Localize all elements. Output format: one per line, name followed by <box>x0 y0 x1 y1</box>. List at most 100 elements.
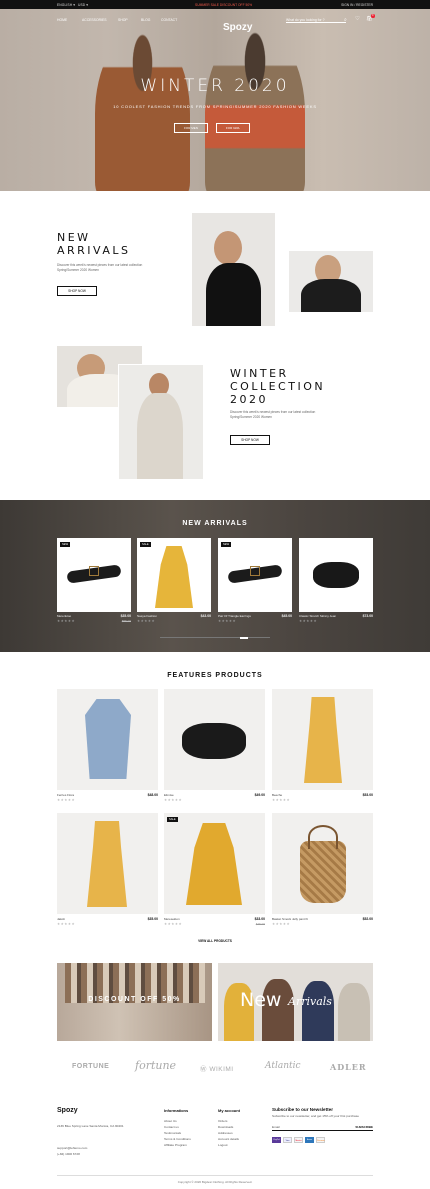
product-name[interactable]: Pair Of Triangle Earrings <box>218 614 251 618</box>
banner-new-word: New <box>240 989 282 1011</box>
product-name[interactable]: Classic Stretch Skinny Jean <box>299 614 336 618</box>
payment-icons: PayPal Visa Master Amex Discover <box>272 1136 373 1143</box>
product-price: $73.00 <box>362 614 373 618</box>
nav-shop[interactable]: SHOP <box>118 18 128 22</box>
product-price: $35.00 <box>120 614 131 618</box>
copyright: Copyright © 2020 Bigdesi Clothing. All R… <box>177 1180 253 1184</box>
new-arrivals-heading: NEW ARRIVALS <box>57 231 131 257</box>
product-rating: ★★★★★ <box>272 798 291 802</box>
product-price: $35.00 <box>147 917 158 921</box>
product-price: $33.00 <box>254 917 265 921</box>
discount-banner[interactable]: DISCOUNT OFF 50% <box>57 963 212 1041</box>
brand-logo-adler[interactable]: ADLER <box>330 1062 367 1072</box>
feature-product-card[interactable]: Basket Smock Jelly pant fit $52.00 ★★★★★ <box>272 813 373 931</box>
product-name[interactable]: Meresekton <box>164 917 180 921</box>
new-arrivals-photo-1 <box>192 213 275 326</box>
product-badge: SALE <box>167 817 178 822</box>
nav-blog[interactable]: BLOG <box>141 18 150 22</box>
product-rating: ★★★★★ <box>299 619 318 623</box>
product-badge: SALE <box>140 542 151 547</box>
product-rating: ★★★★★ <box>57 619 76 623</box>
brand-logo-atlantic[interactable]: Atlantic <box>265 1061 301 1071</box>
product-name[interactable]: Elimise <box>164 793 174 797</box>
language-currency[interactable]: ENGLISH ▾ USD ▾ <box>57 3 88 7</box>
discover-icon: Discover <box>316 1136 325 1143</box>
product-card[interactable]: NEW Pair Of Triangle Earrings $45.00 ★★★… <box>218 538 292 626</box>
product-price: $49.00 <box>254 793 265 797</box>
hero-model-left <box>95 29 190 191</box>
footer-account-title: My account <box>218 1108 241 1113</box>
footer-newsletter: Subscribe to our Newsletter Subscribe to… <box>272 1107 373 1143</box>
footer-logo[interactable]: Spozy <box>57 1107 78 1114</box>
footer-informations-title: Informations <box>164 1108 189 1113</box>
product-rating: ★★★★★ <box>57 798 76 802</box>
hero-title: WINTER 2020 <box>140 76 290 96</box>
nav-contact[interactable]: CONTACT <box>161 18 177 22</box>
brand-logo-fontine[interactable]: fortune <box>135 1059 176 1072</box>
footer-phone[interactable]: (+84) 1900 6728 <box>57 1151 80 1157</box>
feature-product-card[interactable]: Ferries Flora $48.00 ★★★★★ <box>57 689 158 807</box>
site-logo[interactable]: Spozy <box>223 22 252 33</box>
language-select[interactable]: ENGLISH <box>57 3 72 7</box>
feature-product-card[interactable]: Elimise $49.00 ★★★★★ <box>164 689 265 807</box>
footer-link[interactable]: Logout <box>218 1142 240 1148</box>
product-card[interactable]: Classic Stretch Skinny Jean $73.00 ★★★★★ <box>299 538 373 626</box>
subscribe-button[interactable]: SUBSCRIBE <box>355 1125 373 1129</box>
for-girl-button[interactable]: FOR GIRL <box>216 123 250 133</box>
cart-count-badge: 0 <box>371 14 375 18</box>
features-title: FEATURES PRODUCTS <box>167 672 263 679</box>
hero-subtitle: 10 COOLEST FASHION TRENDS FROM SPRING/SU… <box>113 104 317 109</box>
product-old-price: $45.00 <box>255 922 265 926</box>
feature-product-card[interactable]: Beeche $53.00 ★★★★★ <box>272 689 373 807</box>
newsletter-title: Subscribe to our Newsletter <box>272 1107 334 1112</box>
winter-text: Discover this week's newest pieces from … <box>230 410 316 419</box>
product-name[interactable]: Merenktoo <box>57 614 71 618</box>
product-price: $48.00 <box>147 793 158 797</box>
search-icon[interactable]: ⌕ <box>344 17 347 23</box>
brand-logo-wikimi[interactable]: Ⓦ WIKIMI <box>200 1063 234 1073</box>
banner-arrivals-word: Arrivals <box>288 995 332 1008</box>
account-link[interactable]: SIGN IN / REGISTER <box>341 3 373 7</box>
footer-link[interactable]: Affiliate Program <box>164 1142 191 1148</box>
heart-icon[interactable]: ♡ <box>355 16 360 22</box>
visa-icon: Visa <box>283 1136 292 1143</box>
brand-logo-fortune[interactable]: FORTUNE <box>72 1063 109 1070</box>
footer-my-account: My account Orders Downloads Addresses Ac… <box>218 1108 240 1148</box>
carousel-scrollbar[interactable] <box>160 636 270 639</box>
newsletter-email-input[interactable]: Email <box>272 1124 280 1130</box>
product-price: $43.00 <box>200 614 211 618</box>
newsletter-text: Subscribe to our newsletter, and get 15%… <box>272 1114 359 1118</box>
paypal-icon: PayPal <box>272 1136 281 1143</box>
product-card[interactable]: SALE Nasya Fashion $43.00 ★★★★★ <box>137 538 211 626</box>
amex-icon: Amex <box>305 1136 314 1143</box>
product-rating: ★★★★★ <box>57 922 76 926</box>
view-all-products-link[interactable]: VIEW ALL PRODUCTS <box>0 939 430 943</box>
new-arrivals-photo-2 <box>289 251 373 312</box>
feature-product-card[interactable]: Jakob $35.00 ★★★★★ <box>57 813 158 931</box>
product-price: $53.00 <box>362 793 373 797</box>
new-arrivals-shop-button[interactable]: SHOP NOW <box>57 286 97 296</box>
product-name[interactable]: Jakob <box>57 917 65 921</box>
new-arrivals-text: Discover this week's newest pieces from … <box>57 263 143 272</box>
hero-banner: HOME ACCESSORIES SHOP BLOG CONTACT What … <box>0 9 430 191</box>
search-input[interactable]: What do you looking for ? <box>286 18 346 23</box>
product-price: $45.00 <box>281 614 292 618</box>
product-rating: ★★★★★ <box>272 922 291 926</box>
product-rating: ★★★★★ <box>137 619 156 623</box>
for-men-button[interactable]: FOR MEN <box>174 123 208 133</box>
product-badge: NEW <box>221 542 232 547</box>
product-name[interactable]: Ferries Flora <box>57 793 74 797</box>
nav-home[interactable]: HOME <box>57 18 67 22</box>
product-card[interactable]: NEW Merenktoo $35.00 $55.00 ★★★★★ <box>57 538 131 626</box>
nav-accessories[interactable]: ACCESSORIES <box>82 18 107 22</box>
hero-model-right <box>205 27 305 191</box>
feature-product-card[interactable]: SALE Meresekton $33.00 $45.00 ★★★★★ <box>164 813 265 931</box>
product-badge: NEW <box>60 542 71 547</box>
new-arrivals-banner[interactable]: New Arrivals <box>218 963 373 1041</box>
product-name[interactable]: Beeche <box>272 793 282 797</box>
winter-shop-button[interactable]: SHOP NOW <box>230 435 270 445</box>
currency-select[interactable]: USD <box>78 3 85 7</box>
product-name[interactable]: Basket Smock Jelly pant fit <box>272 917 308 921</box>
product-name[interactable]: Nasya Fashion <box>137 614 157 618</box>
promo-text: SUMMER SALE DISCOUNT OFF 50% <box>195 2 253 7</box>
